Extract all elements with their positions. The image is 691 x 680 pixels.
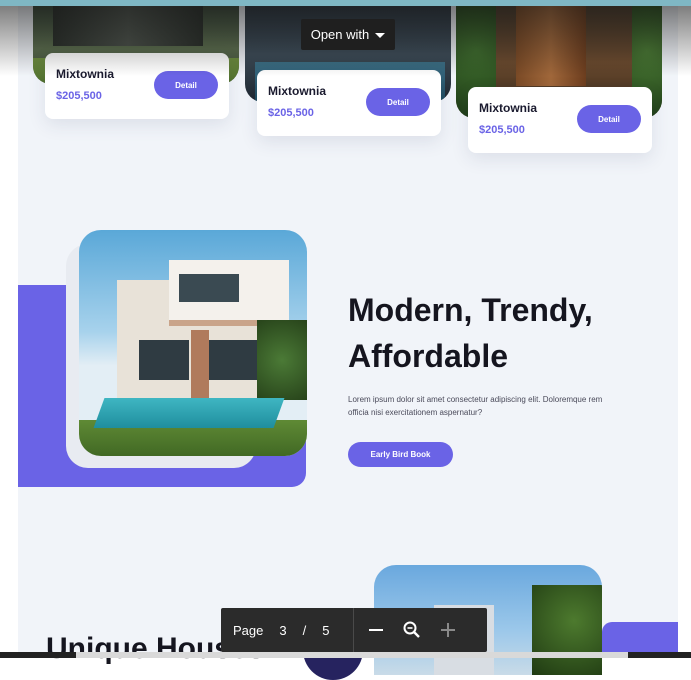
current-page-input[interactable]: 3: [279, 623, 286, 638]
plus-icon: [441, 623, 456, 637]
viewer-bottom-bar: [0, 652, 691, 658]
listing-price: $205,500: [56, 90, 102, 102]
minus-icon: [369, 629, 384, 631]
listing-card: Mixtownia $205,500 Detail: [45, 53, 229, 119]
page-toolbar: Page 3 / 5: [221, 608, 487, 652]
early-bird-book-button[interactable]: Early Bird Book: [348, 442, 453, 467]
toolbar-divider: [353, 608, 355, 652]
zoom-out-button[interactable]: [362, 616, 390, 644]
listing-price: $205,500: [268, 107, 314, 119]
hero-description: Lorem ipsum dolor sit amet consectetur a…: [348, 395, 603, 417]
zoom-in-button[interactable]: [434, 616, 462, 644]
page-label: Page: [233, 622, 264, 638]
page-separator: /: [302, 622, 307, 638]
zoom-reset-button[interactable]: [398, 616, 426, 644]
listing-name: Mixtownia: [56, 67, 115, 81]
chevron-down-icon: [375, 33, 386, 38]
hero-title: Modern, Trendy, Affordable: [348, 292, 593, 374]
listing-card: Mixtownia $205,500 Detail: [257, 70, 441, 136]
listing-price: $205,500: [479, 124, 525, 136]
detail-button[interactable]: Detail: [577, 105, 641, 133]
detail-button[interactable]: Detail: [366, 88, 430, 116]
total-pages: 5: [322, 622, 330, 638]
detail-button[interactable]: Detail: [154, 71, 218, 99]
hero-house-image: [79, 230, 307, 456]
listing-card: Mixtownia $205,500 Detail: [468, 87, 652, 153]
open-with-button[interactable]: Open with: [301, 19, 395, 50]
horizontal-scrollbar[interactable]: [76, 652, 628, 658]
magnifier-icon: [403, 621, 421, 638]
listing-name: Mixtownia: [479, 101, 538, 115]
open-with-label: Open with: [310, 27, 370, 42]
listing-name: Mixtownia: [268, 84, 327, 98]
